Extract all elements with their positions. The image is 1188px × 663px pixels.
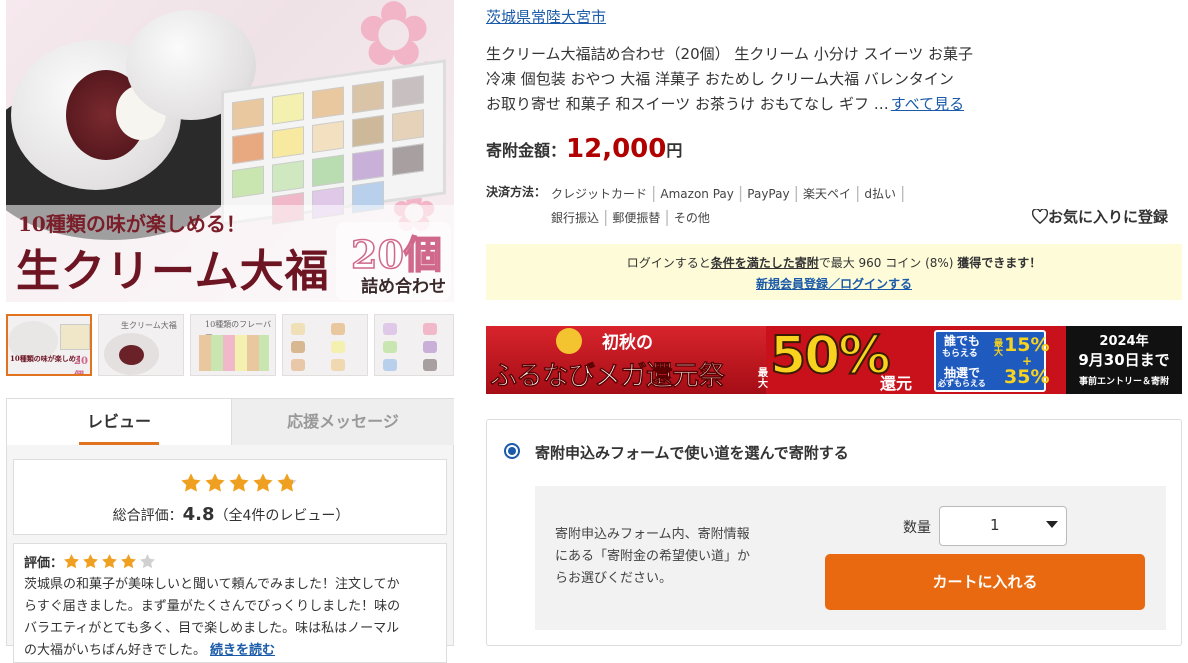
tab-review[interactable]: レビュー (7, 399, 231, 445)
star-icon (204, 473, 228, 495)
condition-link[interactable]: 条件を満たした寄附 (711, 256, 819, 270)
star-icon (276, 473, 300, 495)
favorite-button[interactable]: お気に入りに登録 (1031, 206, 1169, 227)
payment-method: 銀行振込 (551, 211, 600, 225)
star-icon (120, 554, 139, 571)
payment-method: クレジットカード (551, 187, 648, 201)
use-form-radio[interactable] (504, 443, 520, 459)
payment-method: 楽天ペイ (802, 187, 851, 201)
tab-cheer-label: 応援メッセージ (287, 412, 399, 431)
tab-active-underline (79, 442, 159, 445)
payment-label: 決済方法： (486, 185, 547, 199)
payment-methods-row2: 銀行振込 | 郵便振替 | その他 (551, 207, 710, 226)
payment-method: 郵便振替 (612, 211, 661, 225)
main-product-image[interactable]: ✿ ✿ ✿ 10種類の味が楽しめる！ 生クリーム大福 20個 詰め合わせ (6, 0, 454, 302)
thumbnail-5[interactable] (374, 314, 454, 376)
promo-date-box: 2024年 9月30日まで 事前エントリー＆寄附 (1066, 326, 1182, 394)
badge-sub: 詰め合わせ (361, 277, 446, 297)
quantity-select[interactable]: 1 (939, 506, 1067, 546)
summary-stars (180, 472, 300, 494)
star-icon (252, 473, 276, 495)
headline-top: 10種類の味が楽しめる！ (18, 212, 246, 236)
review-panel: レビュー 応援メッセージ 総合評価：4.8（全4件のレビュー） 評価： 茨城県の… (6, 398, 454, 663)
thumbnail-2[interactable]: 生クリーム大福 (98, 314, 184, 376)
payment-methods-row1: クレジットカード | Amazon Pay | PayPay | 楽天ペイ | d払い | (551, 183, 906, 202)
thumbnail-4[interactable] (282, 314, 368, 376)
promo-banner[interactable]: 初秋の ふるなびメガ還元祭 最大 50% 還元 誰でも もらえる 最大 15% … (486, 326, 1182, 394)
tab-review-label: レビュー (86, 412, 151, 431)
review-body: 茨城県の和菓子が美味しいと聞いて頼んでみました！注文してか らすぐ届きました。ま… (24, 577, 401, 658)
read-more-link[interactable]: 続きを読む (210, 643, 275, 658)
see-all-link[interactable]: すべて見る (891, 95, 964, 113)
product-description: 生クリーム大福詰め合わせ（20個） 生クリーム 小分け スイーツ お菓子 冷凍 … (486, 45, 973, 113)
review-item-rating: 評価： (24, 552, 158, 571)
price-row: 寄附金額：12,000円 (486, 134, 682, 164)
municipality-link[interactable]: 茨城県常陸大宮市 (486, 6, 606, 27)
headline-main: 生クリーム大福 (16, 246, 330, 297)
price-value: 12,000 (566, 134, 667, 164)
promo-box1: 誰でも もらえる 最大 15% + 抽選で 必ずもらえる 35% (934, 330, 1049, 392)
chevron-down-icon (1046, 521, 1058, 528)
favorite-label: お気に入りに登録 (1048, 208, 1169, 226)
thumbnail-3[interactable]: 10種類のフレーバー (190, 314, 276, 376)
use-form-radio-label[interactable]: 寄附申込みフォームで使い道を選んで寄附する (535, 442, 849, 463)
badge-count: 20個 (350, 231, 442, 278)
summary-text: 総合評価：4.8（全4件のレビュー） (112, 504, 350, 525)
price-label: 寄附金額： (486, 141, 567, 160)
usage-note: 寄附申込みフォーム内、寄附情報 にある「寄附金の希望使い道」か らお選びください… (555, 527, 751, 586)
payment-method: PayPay (747, 187, 790, 201)
price-unit: 円 (666, 141, 683, 160)
star-icon (101, 554, 120, 571)
payment-method: その他 (673, 211, 710, 225)
add-to-cart-button[interactable]: カートに入れる (825, 554, 1145, 610)
payment-method: d払い (864, 187, 896, 201)
register-login-link[interactable]: 新規会員登録／ログインする (756, 277, 912, 291)
star-icon (180, 473, 204, 495)
star-icon (228, 473, 252, 495)
login-notice: ログインすると条件を満たした寄附で最大 960 コイン (8%) 獲得できます！… (486, 244, 1182, 300)
thumbnail-1[interactable]: 10種類の味が楽しめる！生クリーム大福 20個 (6, 314, 92, 376)
star-icon (82, 554, 101, 571)
coin-icon (556, 328, 582, 354)
quantity-label: 数量 (903, 520, 931, 536)
thumbnail-strip: 10種類の味が楽しめる！生クリーム大福 20個 生クリーム大福 10種類のフレー… (6, 314, 454, 376)
star-icon (63, 554, 82, 571)
promo-title: ふるなびメガ還元祭 (490, 361, 726, 393)
rating-summary-card: 総合評価：4.8（全4件のレビュー） (13, 459, 447, 535)
payment-method: Amazon Pay (660, 187, 734, 201)
tab-cheer-message[interactable]: 応援メッセージ (231, 399, 454, 445)
quantity-value: 1 (990, 516, 1000, 534)
promo-percent: 50% (769, 326, 891, 387)
heart-icon (1031, 208, 1049, 226)
star-icon (139, 554, 158, 571)
review-item-stars (63, 554, 158, 571)
review-item: 評価： 茨城県の和菓子が美味しいと聞いて頼んでみました！注文してか らすぐ届きま… (13, 543, 447, 663)
